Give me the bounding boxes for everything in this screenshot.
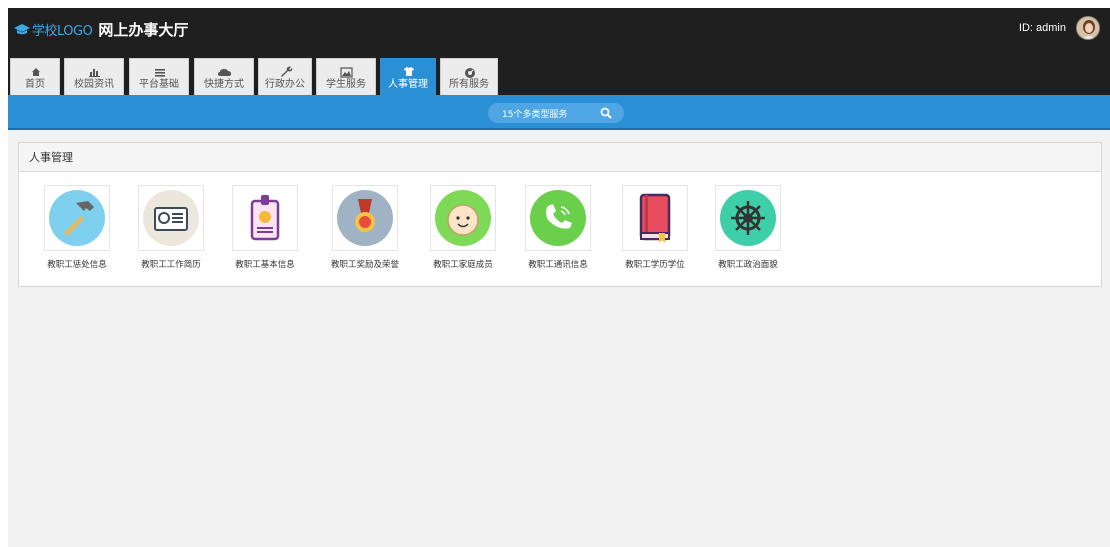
tab-hr-management[interactable]: 人事管理 [380, 58, 436, 95]
tab-admin-office[interactable]: 行政办公 [258, 58, 312, 95]
service-item-contact[interactable]: 教职工通讯信息 [513, 185, 603, 270]
avatar[interactable] [1076, 16, 1100, 40]
service-label: 教职工惩处信息 [47, 260, 107, 270]
tab-all-services[interactable]: 所有服务 [440, 58, 498, 95]
logo[interactable]: 学校LOGO 网上办事大厅 [14, 18, 188, 40]
cloud-icon [218, 69, 231, 76]
app-frame: 学校LOGO 网上办事大厅 ID: admin 首页 校园资讯 平台基础 快捷方… [8, 8, 1110, 547]
dashboard-icon [465, 68, 475, 78]
service-label: 教职工学历学位 [625, 260, 685, 270]
tab-student-services[interactable]: 学生服务 [316, 58, 376, 95]
service-label: 教职工工作简历 [141, 260, 201, 270]
search-text: 15个多类型服务 [502, 109, 568, 120]
avatar-portrait-icon [1077, 17, 1099, 39]
tab-label: 学生服务 [326, 79, 366, 90]
bar-chart-icon [89, 69, 100, 77]
service-item-work-resume[interactable]: 教职工工作简历 [126, 185, 216, 270]
main-tabs: 首页 校园资讯 平台基础 快捷方式 行政办公 学生服务 人事管理 所有服务 [8, 48, 1110, 95]
phone-icon [530, 190, 586, 246]
panel-title: 人事管理 [19, 143, 1101, 172]
service-item-education[interactable]: 教职工学历学位 [610, 185, 700, 270]
list-icon [155, 69, 165, 77]
tab-label: 快捷方式 [204, 79, 244, 90]
user-area[interactable]: ID: admin [1019, 15, 1100, 41]
service-icon-box[interactable] [430, 185, 496, 251]
tab-campus-news[interactable]: 校园资讯 [64, 58, 124, 95]
tab-label: 所有服务 [449, 79, 489, 90]
service-item-political[interactable]: 教职工政治面貌 [703, 185, 793, 270]
tab-label: 平台基础 [139, 79, 179, 90]
tab-label: 首页 [25, 79, 45, 90]
service-icon-box[interactable] [44, 185, 110, 251]
service-icon-box[interactable] [332, 185, 398, 251]
book-icon [639, 193, 671, 243]
ship-wheel-icon [720, 190, 776, 246]
search-icon[interactable] [600, 107, 612, 119]
wrench-icon [281, 66, 293, 77]
service-search[interactable]: 15个多类型服务 [488, 103, 624, 123]
home-icon [32, 68, 40, 76]
service-icon-box[interactable] [715, 185, 781, 251]
tab-shortcuts[interactable]: 快捷方式 [194, 58, 254, 95]
hr-panel: 人事管理 教职工惩处信息 教职工工作简历 教职工基本信息 教职工奖励及荣誉 教职… [18, 142, 1102, 287]
service-item-family[interactable]: 教职工家庭成员 [418, 185, 508, 270]
site-title: 网上办事大厅 [98, 20, 189, 39]
logo-text: 学校LOGO [32, 23, 93, 39]
user-id: ID: admin [1018, 22, 1066, 34]
tab-label: 人事管理 [388, 79, 428, 90]
id-card-icon [143, 190, 199, 246]
tab-platform[interactable]: 平台基础 [129, 58, 189, 95]
tab-label: 校园资讯 [74, 79, 114, 90]
hammer-icon [49, 190, 105, 246]
baby-face-icon [435, 190, 491, 246]
service-label: 教职工政治面貌 [718, 260, 778, 270]
service-item-discipline[interactable]: 教职工惩处信息 [32, 185, 122, 270]
badge-icon [250, 195, 280, 241]
tab-home[interactable]: 首页 [10, 58, 60, 95]
service-item-basic-info[interactable]: 教职工基本信息 [220, 185, 310, 270]
graduation-cap-icon [14, 24, 30, 35]
service-icon-box[interactable] [525, 185, 591, 251]
service-icon-box[interactable] [232, 185, 298, 251]
service-icon-box[interactable] [138, 185, 204, 251]
service-label: 教职工通讯信息 [528, 260, 588, 270]
picture-icon [340, 67, 353, 78]
service-label: 教职工家庭成员 [433, 260, 493, 270]
top-bar: 学校LOGO 网上办事大厅 ID: admin [8, 8, 1110, 48]
tab-label: 行政办公 [265, 79, 305, 90]
service-icon-box[interactable] [622, 185, 688, 251]
service-label: 教职工基本信息 [235, 260, 295, 270]
shirt-icon [404, 67, 414, 76]
service-item-awards[interactable]: 教职工奖励及荣誉 [320, 185, 410, 270]
service-label: 教职工奖励及荣誉 [330, 260, 399, 270]
search-bar: 15个多类型服务 [8, 95, 1110, 130]
medal-icon [337, 190, 393, 246]
